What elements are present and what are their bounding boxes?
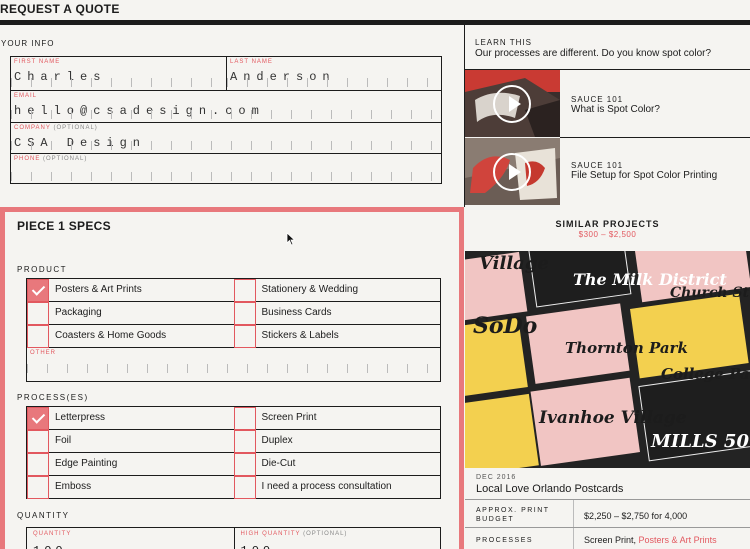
product-option[interactable]: Packaging [27, 302, 234, 325]
page-title: REQUEST A QUOTE [0, 2, 120, 16]
product-option[interactable]: Business Cards [233, 302, 440, 325]
product-option[interactable]: Stationery & Wedding [233, 279, 440, 302]
project-name[interactable]: Local Love Orlando Postcards [476, 483, 623, 495]
last-name-field[interactable]: LAST NAME Anderson [227, 57, 441, 90]
learn-section: LEARN THIS Our processes are different. … [475, 38, 745, 59]
learn-text: Our processes are different. Do you know… [475, 48, 712, 59]
checkbox[interactable] [233, 302, 256, 325]
card-word: College Park [661, 365, 750, 383]
video-kicker: SAUCE 101 [571, 95, 624, 104]
budget-key: APPROX. PRINT BUDGET [476, 507, 550, 523]
first-name-label: FIRST NAME [14, 59, 61, 65]
title-rule [0, 20, 750, 25]
quantity-input[interactable]: QUANTITY 100 [27, 528, 234, 549]
video-title[interactable]: What is Spot Color? [571, 104, 660, 115]
high-quantity-input[interactable]: HIGH QUANTITY (OPTIONAL) 100 [233, 528, 441, 549]
name-row: FIRST NAME Charles LAST NAME Anderson [11, 57, 441, 90]
product-option[interactable]: Posters & Art Prints [27, 279, 234, 302]
other-field[interactable]: OTHER [27, 348, 440, 376]
process-option[interactable]: Screen Print [233, 407, 440, 430]
video-kicker: SAUCE 101 [571, 161, 624, 170]
video-thumbnail[interactable] [465, 70, 560, 137]
checkbox[interactable] [27, 476, 49, 499]
company-label: COMPANY (OPTIONAL) [14, 125, 98, 131]
cursor-icon [286, 232, 296, 246]
quantity-label: QUANTITY [17, 511, 70, 520]
similar-projects-range: $300 – $2,500 [578, 230, 637, 239]
other-label: OTHER [30, 350, 56, 356]
process-label: PROCESS(ES) [17, 393, 89, 402]
checkbox[interactable] [233, 407, 256, 430]
learn-kicker: LEARN THIS [475, 38, 532, 47]
process-grid: Letterpress Screen Print Foil Duplex Edg… [26, 406, 441, 499]
process-option[interactable]: Duplex [233, 430, 440, 453]
product-option[interactable]: Stickers & Labels [233, 325, 440, 348]
card-word: Thornton Park [565, 339, 688, 357]
checkbox[interactable] [27, 325, 49, 348]
postcards-art: Village The Milk District Church Street … [465, 251, 750, 468]
your-info-label: YOUR INFO [1, 39, 55, 48]
process-option[interactable]: I need a process consultation [233, 476, 441, 499]
email-label: EMAIL [14, 93, 38, 99]
specs-title: PIECE 1 SPECS [17, 219, 111, 233]
project-date: DEC 2016 [476, 474, 517, 481]
checkbox[interactable] [233, 453, 256, 476]
email-field[interactable]: EMAIL hello@csadesign.com [11, 90, 441, 122]
budget-value: $2,250 – $2,750 for 4,000 [584, 511, 688, 521]
project-image[interactable]: Village The Milk District Church Street … [465, 251, 750, 468]
card-word: Village [479, 253, 549, 274]
first-name-field[interactable]: FIRST NAME Charles [11, 57, 227, 90]
process-option[interactable]: Die-Cut [233, 453, 440, 476]
process-option[interactable]: Letterpress [27, 407, 234, 430]
similar-projects-title: SIMILAR PROJECTS [555, 219, 660, 229]
checkbox[interactable] [233, 325, 256, 348]
check-icon[interactable] [27, 279, 49, 302]
video-title[interactable]: File Setup for Spot Color Printing [571, 170, 717, 181]
play-icon[interactable] [493, 153, 531, 191]
checkbox[interactable] [233, 476, 256, 499]
process-option[interactable]: Edge Painting [27, 453, 234, 476]
processes-value: Screen Print, Posters & Art Prints [584, 535, 717, 545]
your-info-form: FIRST NAME Charles LAST NAME Anderson EM… [10, 56, 442, 184]
card-word: Ivanhoe Village [538, 408, 687, 428]
process-option[interactable]: Foil [27, 430, 234, 453]
card-word: SoDo [473, 313, 537, 339]
quantity-fields: QUANTITY 100 HIGH QUANTITY (OPTIONAL) 10… [26, 527, 441, 549]
process-option[interactable]: Emboss [27, 476, 234, 499]
checkbox[interactable] [27, 302, 49, 325]
phone-label: PHONE (OPTIONAL) [14, 156, 88, 162]
product-option[interactable]: Coasters & Home Goods [27, 325, 234, 348]
card-word: MILLS 50 [650, 431, 749, 452]
video-item[interactable]: SAUCE 101 What is Spot Color? [465, 70, 750, 137]
company-field[interactable]: COMPANY (OPTIONAL) CSA Design [11, 122, 441, 153]
checkbox[interactable] [27, 453, 49, 476]
last-name-label: LAST NAME [230, 59, 273, 65]
checkbox[interactable] [233, 430, 256, 453]
video-thumbnail[interactable] [465, 138, 560, 205]
product-label: PRODUCT [17, 265, 68, 274]
video-item[interactable]: SAUCE 101 File Setup for Spot Color Prin… [465, 138, 750, 205]
product-grid: Posters & Art Prints Stationery & Weddin… [26, 278, 441, 382]
processes-key: PROCESSES [476, 537, 534, 544]
phone-field[interactable]: PHONE (OPTIONAL) [11, 153, 441, 184]
play-icon[interactable] [493, 85, 531, 123]
checkbox[interactable] [233, 279, 256, 302]
piece-specs-panel: PIECE 1 SPECS PRODUCT Posters & Art Prin… [0, 207, 464, 549]
check-icon[interactable] [27, 407, 49, 430]
checkbox[interactable] [27, 430, 49, 453]
card-word: Church Street District [670, 285, 750, 301]
